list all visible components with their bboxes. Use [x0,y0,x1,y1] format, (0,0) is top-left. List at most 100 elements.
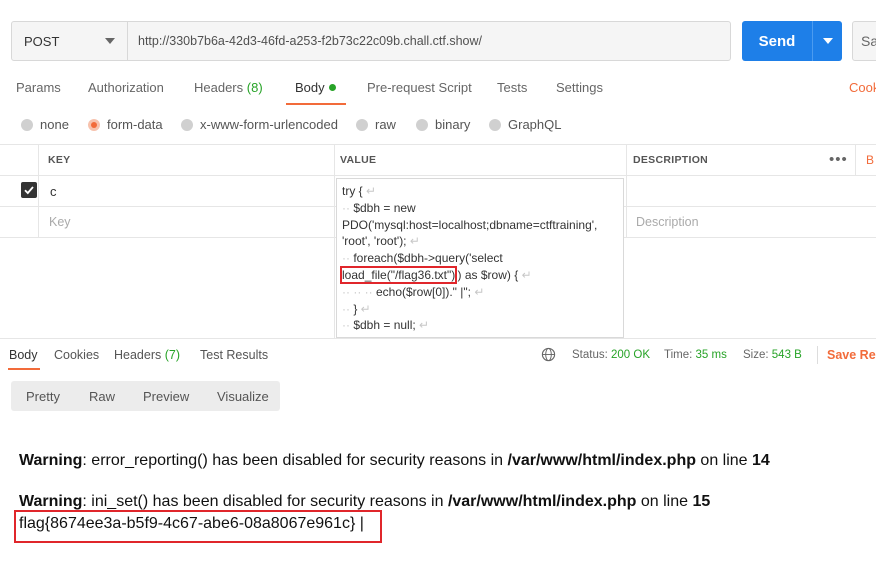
warning-line-2: Warning: ini_set() has been disabled for… [19,493,710,511]
bulk-edit-link[interactable]: B [866,153,874,167]
globe-icon[interactable] [541,347,556,362]
tab-headers[interactable]: Headers (8) [194,80,263,95]
tab-tests[interactable]: Tests [497,80,527,95]
column-header-description: DESCRIPTION [633,154,709,166]
radio-x-www-form-urlencoded[interactable]: x-www-form-urlencoded [181,117,338,132]
code-text: echo($row[0])." |"; [375,284,471,299]
save-button[interactable]: Sa [852,21,876,61]
code-line: ·· $dbh = null; ↵ [342,317,623,334]
newline-mark: ↵ [406,234,420,249]
chevron-down-icon [105,38,115,44]
warning-mid: on line [695,452,753,469]
response-divider [0,338,876,339]
radio-label: none [40,117,69,132]
warning-text: : ini_set() has been disabled for securi… [82,493,448,510]
code-text: $dbh = null; [353,318,416,333]
radio-raw[interactable]: raw [356,117,396,132]
indent-mark: ·· ·· ·· [342,284,376,299]
radio-circle-icon [416,118,428,131]
send-button[interactable]: Send [742,21,842,61]
newline-mark: ↵ [518,267,532,282]
newline-mark: ↵ [357,301,371,316]
radio-graphql[interactable]: GraphQL [489,117,561,132]
method-label: POST [24,33,60,49]
active-tab-indicator [8,368,40,370]
tab-label: Settings [556,80,603,95]
radio-circle-icon [21,118,33,131]
url-input[interactable]: http://330b7b6a-42d3-46fd-a253-f2b73c22c… [128,34,482,48]
row-checkbox[interactable] [21,182,37,198]
request-bar: POST http://330b7b6a-42d3-46fd-a253-f2b7… [11,21,731,61]
radio-circle-icon [356,118,368,131]
warning-path: /var/www/html/index.php [447,493,637,510]
code-line: 'root', 'root'); ↵ [342,233,623,250]
tab-label: Body [9,348,38,362]
indent-mark: ·· [342,318,354,333]
tab-pre-request-script[interactable]: Pre-request Script [367,80,472,95]
warning-line-number: 14 [752,452,770,469]
active-dot-icon [328,84,336,91]
headers-count: (7) [164,348,181,362]
view-visualize[interactable]: Visualize [217,389,269,404]
save-response-button[interactable]: Save Res [827,348,876,362]
row-key-field[interactable]: c [50,184,57,199]
indent-mark: ·· [342,200,354,215]
indent-mark: ·· [342,251,354,266]
tab-response-cookies[interactable]: Cookies [54,348,99,362]
radio-circle-icon [181,118,193,131]
warning-label: Warning [19,452,83,469]
radio-label: binary [435,117,471,132]
code-text: PDO('mysql:host=localhost;dbname=ctftrai… [342,217,598,232]
cookies-link[interactable]: Cook [849,80,876,95]
more-options-icon[interactable]: ••• [829,151,848,168]
warning-line-1: Warning: error_reporting() has been disa… [19,452,770,470]
view-pretty[interactable]: Pretty [26,389,60,404]
size-value: 543 B [771,349,802,361]
highlighted-load-file: load_file("/flag36.txt") [339,265,458,284]
code-text: ') as $row) { [455,267,519,282]
tab-settings[interactable]: Settings [556,80,603,95]
radio-binary[interactable]: binary [416,117,470,132]
code-line: ·· $dbh = new [342,200,623,217]
status-readout: Status: 200 OK [572,349,650,361]
tab-label: Body [295,80,325,95]
radio-label: raw [375,117,396,132]
newline-mark: ↵ [471,284,485,299]
tab-label: Cookies [54,348,100,362]
code-text: foreach($dbh->query('select [353,251,503,266]
view-raw[interactable]: Raw [89,389,115,404]
send-label: Send [758,32,796,50]
code-line: try { ↵ [342,183,623,200]
radio-none[interactable]: none [21,117,69,132]
headers-count: (8) [246,80,263,95]
radio-label: GraphQL [508,117,562,132]
code-line: ·· ·· ·· echo($row[0])." |"; ↵ [342,284,623,301]
new-description-field[interactable]: Description [636,215,699,229]
value-editor[interactable]: try { ↵ ·· $dbh = new PDO('mysql:host=lo… [336,178,624,338]
view-preview[interactable]: Preview [143,389,189,404]
time-readout: Time: 35 ms [664,349,727,361]
response-view-selector: Pretty Raw Preview Visualize [11,381,280,411]
new-key-field[interactable]: Key [49,215,71,229]
tab-response-headers[interactable]: Headers (7) [114,348,180,362]
tab-params[interactable]: Params [16,80,61,95]
warning-path: /var/www/html/index.php [507,452,696,469]
code-line: ·· foreach($dbh->query('select [342,250,623,267]
method-select[interactable]: POST [12,22,128,60]
tab-response-body[interactable]: Body [9,348,38,362]
size-label: Size: [743,349,769,361]
tab-label: Params [16,80,61,95]
send-options-button[interactable] [813,38,842,44]
radio-label: form-data [107,117,163,132]
flag-highlight-box [14,510,382,543]
tab-body[interactable]: Body [295,80,336,95]
size-readout: Size: 543 B [743,349,802,361]
warning-text: : error_reporting() has been disabled fo… [82,452,508,469]
radio-form-data[interactable]: form-data [88,117,163,132]
status-value: 200 OK [611,349,651,361]
tab-authorization[interactable]: Authorization [88,80,164,95]
warning-label: Warning [19,493,83,510]
newline-mark: ↵ [415,318,430,333]
tab-test-results[interactable]: Test Results [200,348,268,362]
code-text: 'root', 'root'); [342,234,407,249]
